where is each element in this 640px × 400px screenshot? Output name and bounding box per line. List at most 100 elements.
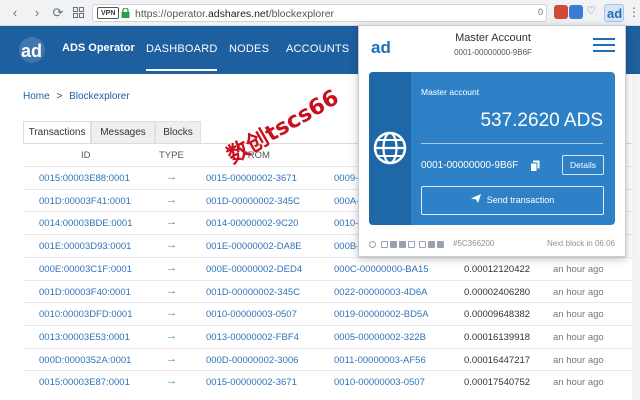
account-address: 0001-00000000-9B6F — [421, 160, 519, 171]
tx-id-link[interactable]: 0014:00003BDE:0001 — [39, 218, 133, 229]
tx-from-link[interactable]: 0014-00000002-9C20 — [206, 218, 298, 229]
status-block-icon — [390, 241, 397, 248]
forward-icon[interactable]: › — [28, 4, 46, 22]
tx-id-link[interactable]: 0013:00003E53:0001 — [39, 332, 130, 343]
tx-to-link[interactable]: 0010- — [334, 218, 358, 229]
breadcrumb-home[interactable]: Home — [23, 91, 50, 102]
tx-time: an hour ago — [553, 309, 604, 321]
browser-toolbar: ‹ › ⟳ VPN https://operator.adshares.net/… — [0, 0, 640, 26]
breadcrumb-separator: > — [56, 91, 63, 102]
reload-icon[interactable]: ⟳ — [49, 4, 67, 22]
nav-accounts[interactable]: ACCOUNTS — [286, 43, 349, 55]
transfer-arrow-icon: → — [166, 216, 177, 229]
transfer-arrow-icon: → — [166, 307, 177, 320]
browser-menu-icon[interactable]: ⋮ — [628, 5, 640, 19]
tx-time: an hour ago — [553, 377, 604, 389]
table-row[interactable]: 000D:0000352A:0001 → 000D-00000002-3006 001… — [23, 347, 640, 371]
transfer-arrow-icon: → — [166, 375, 177, 388]
app-name[interactable]: ADS Operator — [62, 42, 135, 54]
transfer-arrow-icon: → — [166, 261, 177, 274]
table-row[interactable]: 0010:00003DFD:0001 → 0010-00000003-0507 001… — [23, 302, 640, 325]
url-text[interactable]: https://operator.adshares.net/blockexplo… — [135, 7, 334, 21]
svg-text:ad: ad — [607, 6, 622, 21]
tx-to-link[interactable]: 000A- — [334, 196, 359, 207]
popup-title: Master Account — [455, 32, 531, 44]
transfer-arrow-icon: → — [166, 284, 177, 297]
copy-icon[interactable] — [530, 160, 540, 172]
tx-to-link[interactable]: 0011-00000003-AF56 — [334, 355, 426, 366]
tx-to-link[interactable]: 0009- — [334, 173, 358, 184]
tx-to-link[interactable]: 0005-00000002-322B — [334, 332, 426, 343]
heart-icon[interactable]: ♡ — [586, 3, 596, 19]
tx-amount: 0.00016447217 — [464, 354, 531, 366]
tx-from-link[interactable]: 000D-00000002-3006 — [206, 355, 298, 366]
tx-from-link[interactable]: 001D-00000002-345C — [206, 287, 300, 298]
status-block-icon — [428, 241, 435, 248]
tx-from-link[interactable]: 0010-00000003-0507 — [206, 309, 297, 320]
vpn-badge[interactable]: VPN — [97, 7, 120, 19]
shield-ext-icon[interactable] — [554, 5, 568, 19]
tx-to-link[interactable]: 0022-00000003-4D6A — [334, 287, 428, 298]
tx-amount: 0.00016139918 — [464, 331, 531, 343]
watermark-text: 数创tscs66 — [223, 85, 344, 170]
transfer-arrow-icon: → — [166, 352, 177, 365]
address-bar[interactable]: VPN https://operator.adshares.net/blocke… — [92, 4, 547, 22]
ads-logo-icon[interactable]: ad — [18, 36, 46, 64]
popup-address: 0001-00000000-9B6F — [454, 48, 532, 57]
nav-nodes[interactable]: NODES — [229, 43, 269, 55]
hamburger-menu-icon[interactable] — [593, 38, 615, 52]
tx-from-link[interactable]: 001E-00000002-DA8E — [206, 241, 302, 252]
tx-id-link[interactable]: 001D:00003F41:0001 — [39, 196, 131, 207]
table-row[interactable]: 0013:00003E53:0001 → 0013-00000002-FBF4 000… — [23, 324, 640, 348]
transfer-arrow-icon: → — [166, 329, 177, 342]
tx-id-link[interactable]: 001D:00003F40:0001 — [39, 287, 131, 298]
status-block-icon — [381, 241, 388, 248]
send-transaction-button[interactable]: Send transaction — [421, 186, 604, 215]
tab-transactions[interactable]: Transactions — [23, 121, 91, 143]
tx-to-link[interactable]: 000B- — [334, 241, 359, 252]
tx-id-link[interactable]: 0015:00003E88:0001 — [39, 173, 130, 184]
details-button[interactable]: Details — [562, 155, 604, 175]
col-header-id[interactable]: ID — [81, 150, 91, 161]
tx-from-link[interactable]: 0015-00000002-3671 — [206, 377, 297, 388]
tx-to-link[interactable]: 000C-00000000-BA15 — [334, 264, 429, 275]
adshares-extension-icon[interactable]: ad — [604, 4, 624, 22]
tx-id-link[interactable]: 000D:0000352A:0001 — [39, 355, 131, 366]
tx-id-link[interactable]: 0015:00003E87:0001 — [39, 377, 130, 388]
tx-to-link[interactable]: 0010-00000003-0507 — [334, 377, 425, 388]
table-row[interactable]: 000E:00003C1F:0001 → 000E-00000002-DED4 000… — [23, 256, 640, 280]
tx-from-link[interactable]: 0013-00000002-FBF4 — [206, 332, 299, 343]
tab-messages[interactable]: Messages — [91, 121, 155, 143]
next-block-timer: Next block in 06:06 — [546, 239, 615, 248]
svg-text:ad: ad — [21, 41, 42, 61]
back-icon[interactable]: ‹ — [6, 4, 24, 22]
tabs-grid-icon[interactable] — [69, 4, 87, 22]
tx-id-link[interactable]: 000E:00003C1F:0001 — [39, 264, 132, 275]
breadcrumb-current[interactable]: Blockexplorer — [69, 91, 130, 102]
tx-from-link[interactable]: 001D-00000002-345C — [206, 196, 300, 207]
table-row[interactable]: 0015:00003E87:0001 → 0015-00000002-3671 001… — [23, 370, 640, 393]
lock-icon — [121, 8, 130, 18]
globe-icon — [373, 131, 407, 165]
table-row[interactable]: 001D:00003F40:0001 → 001D-00000002-345C 002… — [23, 279, 640, 303]
tx-to-link[interactable]: 0019-00000002-BD5A — [334, 309, 429, 320]
tx-amount: 0.00002406280 — [464, 286, 531, 298]
tx-amount: 0.00012120422 — [464, 263, 531, 275]
tx-time: an hour ago — [553, 331, 604, 343]
tx-from-link[interactable]: 000E-00000002-DED4 — [206, 264, 302, 275]
tx-id-link[interactable]: 001E:00003D93:0001 — [39, 241, 131, 252]
tx-time: an hour ago — [553, 354, 604, 366]
transfer-arrow-icon: → — [166, 239, 177, 252]
tx-id-link[interactable]: 0010:00003DFD:0001 — [39, 309, 133, 320]
tx-amount: 0.00009648382 — [464, 309, 531, 321]
status-block-icon — [408, 241, 415, 248]
nav-dashboard[interactable]: DASHBOARD — [146, 43, 218, 71]
col-header-type[interactable]: TYPE — [159, 150, 184, 161]
account-balance: 537.2620 ADS — [480, 110, 603, 131]
page-scrollbar[interactable] — [632, 74, 640, 400]
card-label: Master account — [421, 87, 480, 97]
breadcrumb: Home > Blockexplorer — [23, 91, 134, 102]
extension-icon[interactable] — [569, 5, 583, 19]
tab-blocks[interactable]: Blocks — [155, 121, 201, 143]
tx-from-link[interactable]: 0015-00000002-3671 — [206, 173, 297, 184]
